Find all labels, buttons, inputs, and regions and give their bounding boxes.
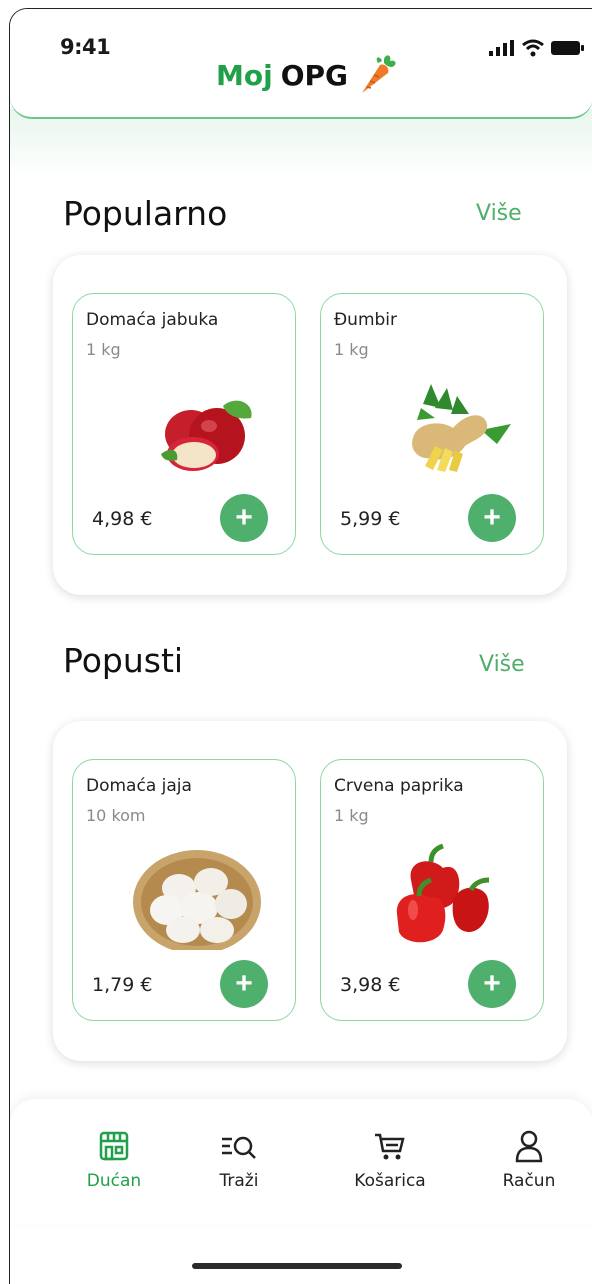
pepper-image	[396, 843, 490, 943]
status-icons	[489, 39, 585, 57]
tab-account[interactable]: Račun	[474, 1129, 584, 1191]
product-name: Đumbir	[334, 310, 398, 330]
ginger-image	[412, 384, 511, 472]
popular-panel: Domaća jabuka 1 kg 4,98 € + Đumbir 1 kg	[53, 255, 567, 595]
product-price: 1,79 €	[92, 974, 153, 996]
product-unit: 1 kg	[86, 340, 121, 359]
product-price: 3,98 €	[340, 974, 401, 996]
wifi-icon	[522, 39, 544, 57]
header-glow	[10, 109, 592, 179]
product-card[interactable]: Domaća jabuka 1 kg 4,98 € +	[72, 293, 296, 555]
product-card[interactable]: Crvena paprika 1 kg 3,98 € +	[320, 759, 544, 1021]
more-link-discounts[interactable]: Više	[479, 652, 525, 677]
battery-icon	[551, 41, 584, 55]
signal-icon	[489, 40, 514, 56]
product-unit: 1 kg	[334, 806, 369, 825]
tab-label: Traži	[219, 1171, 259, 1191]
product-card[interactable]: Đumbir 1 kg 5,99 € +	[320, 293, 544, 555]
product-unit: 10 kom	[86, 806, 146, 825]
product-name: Domaća jaja	[86, 776, 192, 796]
user-icon	[515, 1130, 543, 1163]
tab-search[interactable]: Traži	[184, 1129, 294, 1191]
brand-opg: OPG	[280, 58, 349, 92]
product-name: Domaća jabuka	[86, 310, 219, 330]
add-to-cart-button[interactable]: +	[220, 960, 268, 1008]
more-link-popular[interactable]: Više	[476, 201, 522, 226]
product-card[interactable]: Domaća jaja 10 kom 1,79 € +	[72, 759, 296, 1021]
app-logo: Moj OPG	[216, 53, 398, 97]
add-to-cart-button[interactable]: +	[468, 494, 516, 542]
home-indicator[interactable]	[192, 1263, 402, 1269]
discounts-panel: Domaća jaja 10 kom 1,79 € + Crvena papri…	[53, 721, 567, 1061]
tab-store[interactable]: Dućan	[59, 1129, 169, 1191]
product-price: 4,98 €	[92, 508, 153, 530]
tab-label: Košarica	[354, 1171, 426, 1191]
tab-cart[interactable]: Košarica	[335, 1129, 445, 1191]
bottom-tab-bar: Dućan Traži Košarica Račun	[10, 1099, 592, 1224]
status-time: 9:41	[60, 35, 111, 59]
add-to-cart-button[interactable]: +	[220, 494, 268, 542]
section-title-popular: Popularno	[63, 194, 228, 233]
product-name: Crvena paprika	[334, 776, 464, 796]
add-to-cart-button[interactable]: +	[468, 960, 516, 1008]
carrot-icon	[362, 55, 396, 93]
brand-moj: Moj	[216, 58, 273, 92]
cart-icon	[375, 1133, 405, 1160]
tab-label: Račun	[502, 1171, 556, 1191]
phone-screen: 9:41 Moj OPG Popularno Više Domaća jabuk…	[9, 8, 592, 1284]
app-header: 9:41 Moj OPG	[10, 9, 592, 119]
section-title-discounts: Popusti	[63, 641, 184, 680]
eggs-image	[133, 850, 261, 950]
apple-image	[161, 400, 252, 471]
product-price: 5,99 €	[340, 508, 401, 530]
product-unit: 1 kg	[334, 340, 369, 359]
store-icon	[99, 1131, 129, 1161]
tab-label: Dućan	[86, 1171, 142, 1191]
search-icon	[222, 1136, 256, 1159]
